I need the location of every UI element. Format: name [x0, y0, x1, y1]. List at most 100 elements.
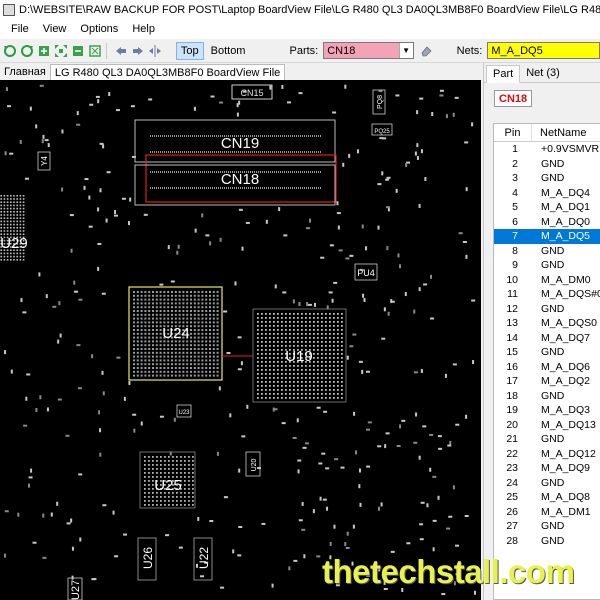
bottom-side-button[interactable]: Bottom [207, 42, 250, 60]
table-row[interactable]: 27 GND [494, 519, 600, 534]
table-row[interactable]: 2 GND [494, 157, 600, 172]
tab-home[interactable]: Главная [0, 64, 50, 80]
table-row[interactable]: 9 GND [494, 258, 600, 273]
table-row[interactable]: 11 M_A_DQS#0 [494, 287, 600, 302]
pin-number: 23 [506, 462, 518, 475]
u22-label: U22 [197, 547, 211, 569]
part-panel: Part Net (3) CN18 Pin NetName 1 +0.9VSMVR… [483, 63, 600, 600]
table-row[interactable]: 8 GND [494, 244, 600, 259]
pin-number: 12 [506, 302, 518, 315]
net-name: M_A_DQ12 [541, 447, 596, 460]
zoom-out-icon[interactable] [71, 43, 85, 58]
parts-value: CN18 [327, 44, 356, 57]
table-row[interactable]: 5 M_A_DQ1 [494, 200, 600, 215]
pcb-layout[interactable]: CN15 CN19 CN18 U29 U24 U19 U25 U26 U22 P… [0, 80, 481, 600]
tab-net[interactable]: Net (3) [520, 64, 566, 82]
net-name: GND [541, 520, 565, 533]
net-name: M_A_DQ5 [541, 230, 591, 243]
net-name: M_A_DM0 [541, 273, 591, 286]
table-row[interactable]: 23 M_A_DQ9 [494, 461, 600, 476]
table-row[interactable]: 14 M_A_DQ7 [494, 331, 600, 346]
table-row[interactable]: 20 M_A_DQ13 [494, 418, 600, 433]
net-name: M_A_DQ9 [541, 462, 591, 475]
net-name: GND [541, 302, 565, 315]
tab-part[interactable]: Part [486, 65, 521, 83]
table-row[interactable]: 13 M_A_DQS0 [494, 316, 600, 331]
table-row[interactable]: 4 M_A_DQ4 [494, 186, 600, 201]
mirror-icon[interactable] [148, 43, 162, 58]
table-row[interactable]: 12 GND [494, 302, 600, 317]
board-canvas[interactable]: CN15 CN19 CN18 U29 U24 U19 U25 U26 U22 P… [0, 80, 481, 600]
menu-help[interactable]: Help [125, 23, 162, 35]
table-row[interactable]: 22 M_A_DQ12 [494, 447, 600, 462]
col-netname-header[interactable]: NetName [532, 124, 586, 141]
u19-label: U19 [285, 348, 313, 365]
pin-number: 4 [512, 186, 518, 199]
pq8-label: PQ8 [377, 95, 384, 109]
expand-icon[interactable] [88, 43, 102, 58]
arrow-left-icon[interactable] [114, 43, 128, 58]
eraser-icon[interactable] [419, 43, 433, 58]
rotate-left-icon[interactable] [3, 43, 17, 58]
col-pin-header[interactable]: Pin [494, 124, 532, 141]
net-name: M_A_DM1 [541, 505, 591, 518]
net-name: M_A_DQ13 [541, 418, 596, 431]
top-side-button[interactable]: Top [175, 41, 204, 60]
net-name: M_A_DQ0 [541, 215, 591, 228]
table-row[interactable]: 25 M_A_DQ8 [494, 490, 600, 505]
pin-number: 16 [506, 360, 518, 373]
net-name: +0.9VSMVREF [541, 143, 600, 156]
menu-bar: File View Options Help [0, 19, 600, 39]
net-name: M_A_DQ3 [541, 404, 591, 417]
app-icon [3, 3, 15, 16]
menu-file[interactable]: File [4, 23, 36, 35]
arrow-right-icon[interactable] [131, 43, 145, 58]
u24-label: U24 [162, 325, 190, 342]
selected-part-badge: CN18 [494, 90, 533, 107]
panel-tabs: Part Net (3) [484, 63, 600, 83]
table-row[interactable]: 28 GND [494, 534, 600, 549]
table-row[interactable]: 6 M_A_DQ0 [494, 215, 600, 230]
table-row[interactable]: 16 M_A_DQ6 [494, 360, 600, 375]
table-row[interactable]: 24 GND [494, 476, 600, 491]
parts-combobox[interactable]: CN18 ▼ [323, 42, 414, 59]
pin-number: 27 [506, 520, 518, 533]
tab-boardview-file[interactable]: LG R480 QL3 DA0QL3MB8F0 BoardView File [49, 64, 286, 80]
watermark-text: thetechstall.com [322, 553, 575, 590]
menu-view[interactable]: View [36, 23, 74, 35]
pin-number: 13 [506, 317, 518, 330]
chevron-down-icon[interactable]: ▼ [398, 43, 413, 58]
table-row[interactable]: 10 M_A_DM0 [494, 273, 600, 288]
pin-number: 7 [512, 230, 518, 243]
pin-table[interactable]: Pin NetName 1 +0.9VSMVREF 2 GND 3 GND 4 M_A_DQ4… [493, 123, 600, 600]
pin-number: 3 [512, 172, 518, 185]
net-name: GND [541, 157, 565, 170]
document-tabs: Главная LG R480 QL3 DA0QL3MB8F0 BoardVie… [0, 63, 481, 80]
table-row[interactable]: 26 M_A_DM1 [494, 505, 600, 520]
zoom-in-icon[interactable] [37, 43, 51, 58]
pu4-label: PU4 [357, 268, 375, 278]
fit-view-icon[interactable] [54, 43, 68, 58]
net-name: GND [541, 534, 565, 547]
toolbar-separator [106, 42, 107, 59]
rotate-right-icon[interactable] [20, 43, 34, 58]
net-name: GND [541, 346, 565, 359]
u26-label: U26 [141, 547, 155, 569]
net-name: GND [541, 389, 565, 402]
table-row[interactable]: 17 M_A_DQ2 [494, 374, 600, 389]
table-row[interactable]: 3 GND [494, 171, 600, 186]
pin-number: 14 [506, 331, 518, 344]
table-row[interactable]: 21 GND [494, 432, 600, 447]
table-row[interactable]: 7 M_A_DQ5 [494, 229, 600, 244]
y4-label: Y4 [40, 156, 49, 166]
table-row[interactable]: 15 GND [494, 345, 600, 360]
nets-input[interactable]: M_A_DQ5 [487, 42, 600, 59]
table-row[interactable]: 18 GND [494, 389, 600, 404]
table-row[interactable]: 19 M_A_DQ3 [494, 403, 600, 418]
u25-label: U25 [154, 477, 182, 494]
menu-options[interactable]: Options [73, 23, 125, 35]
table-row[interactable]: 1 +0.9VSMVREF [494, 142, 600, 157]
pin-number: 11 [507, 288, 518, 301]
net-name: GND [541, 244, 565, 257]
parts-label: Parts: [289, 44, 319, 57]
